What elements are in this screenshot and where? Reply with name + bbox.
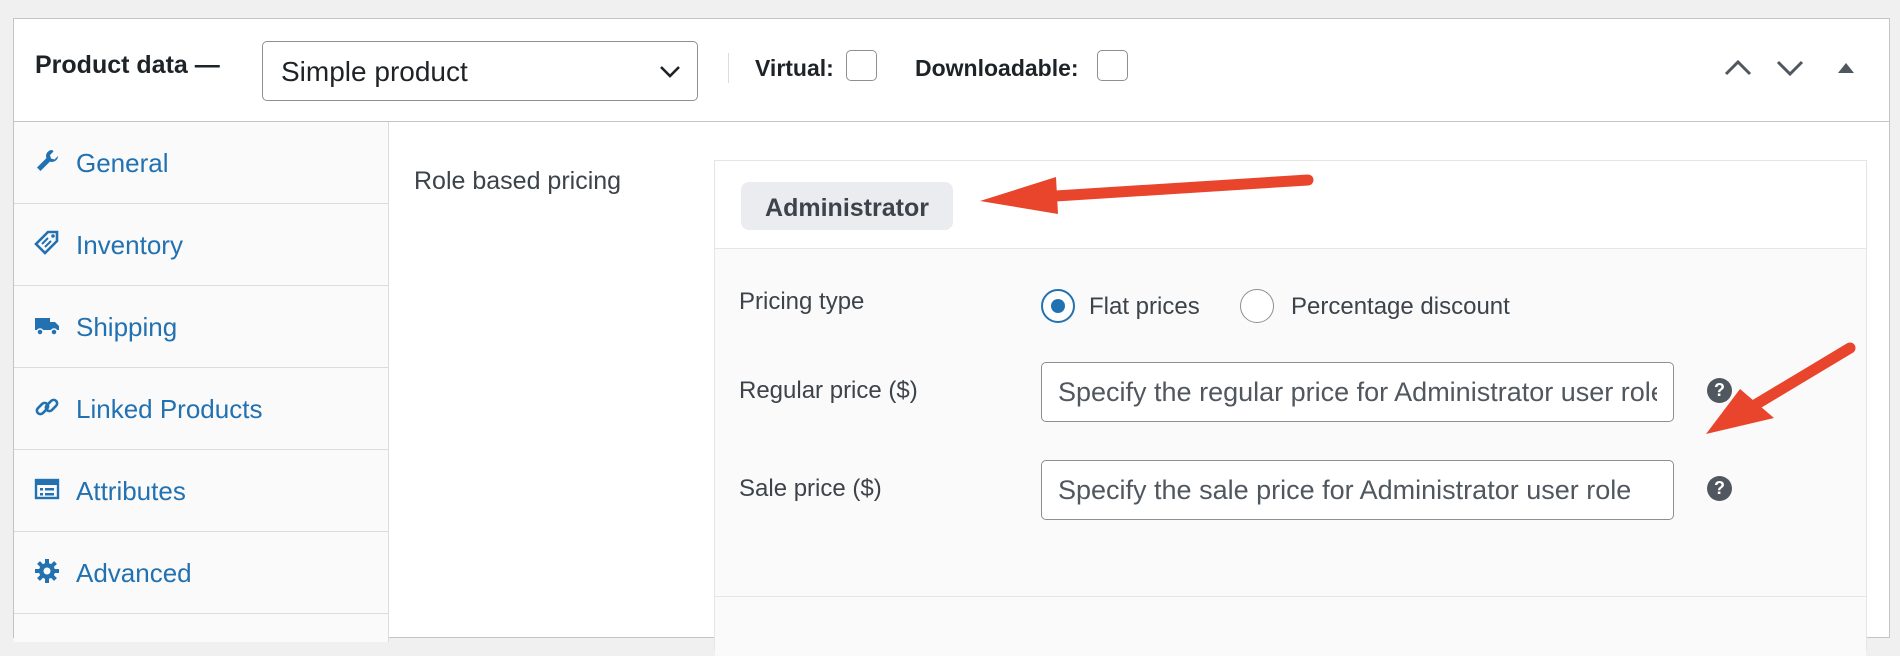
virtual-label: Virtual: <box>755 55 834 81</box>
sale-price-input[interactable] <box>1041 460 1674 520</box>
help-icon[interactable]: ? <box>1707 378 1732 403</box>
product-type-value: Simple product <box>281 56 468 87</box>
role-pricing-footer <box>715 596 1866 656</box>
wrench-icon <box>37 150 58 171</box>
product-type-select[interactable]: Simple product <box>262 41 698 101</box>
chevron-down-icon <box>660 66 680 78</box>
product-data-panel: Product data — Simple product Virtual: D… <box>13 18 1890 656</box>
regular-price-input[interactable] <box>1041 362 1674 422</box>
tab-attributes[interactable]: Attributes <box>14 450 389 532</box>
downloadable-label: Downloadable: <box>915 55 1079 81</box>
role-tab-label: Administrator <box>765 194 929 222</box>
percentage-discount-label: Percentage discount <box>1291 293 1510 320</box>
tab-label: Advanced <box>76 558 192 588</box>
percentage-discount-radio[interactable] <box>1240 289 1274 323</box>
tag-icon <box>34 230 59 255</box>
header-divider <box>728 53 729 83</box>
tab-shipping[interactable]: Shipping <box>14 286 389 368</box>
flat-prices-label: Flat prices <box>1089 293 1200 320</box>
tab-label: Inventory <box>76 230 183 260</box>
role-pricing-label: Role based pricing <box>414 167 622 195</box>
tab-label: General <box>76 148 169 178</box>
role-tabs: Administrator <box>715 161 1866 249</box>
list-icon <box>34 478 60 500</box>
move-down-icon[interactable] <box>1775 55 1805 81</box>
role-tab-administrator[interactable]: Administrator <box>741 182 953 230</box>
tab-label: Attributes <box>76 476 186 506</box>
gear-icon <box>35 559 59 583</box>
flat-prices-radio[interactable] <box>1041 289 1075 323</box>
role-pricing-fields: Pricing type Flat prices Percentage disc… <box>715 249 1866 596</box>
tab-linked-products[interactable]: Linked Products <box>14 368 389 450</box>
collapse-toggle-icon[interactable] <box>1831 55 1861 81</box>
link-icon <box>35 398 59 416</box>
product-data-header: Product data — Simple product Virtual: D… <box>14 19 1889 122</box>
truck-icon <box>35 318 59 336</box>
virtual-checkbox[interactable] <box>846 50 877 81</box>
role-pricing-box: Administrator Pricing type Flat prices P… <box>714 160 1867 656</box>
tab-general[interactable]: General <box>14 122 389 204</box>
downloadable-checkbox[interactable] <box>1097 50 1128 81</box>
tab-label: Shipping <box>76 312 178 342</box>
move-up-icon[interactable] <box>1723 55 1753 81</box>
tab-label: Linked Products <box>76 394 263 424</box>
sale-price-label: Sale price ($) <box>739 475 882 502</box>
tab-advanced[interactable]: Advanced <box>14 532 389 614</box>
help-icon[interactable]: ? <box>1707 476 1732 501</box>
product-data-tabs: General Inventory Shipping Linked Produc… <box>14 122 389 642</box>
pricing-type-label: Pricing type <box>739 288 865 315</box>
panel-title: Product data — <box>35 51 220 79</box>
tab-inventory[interactable]: Inventory <box>14 204 389 286</box>
regular-price-label: Regular price ($) <box>739 377 918 404</box>
